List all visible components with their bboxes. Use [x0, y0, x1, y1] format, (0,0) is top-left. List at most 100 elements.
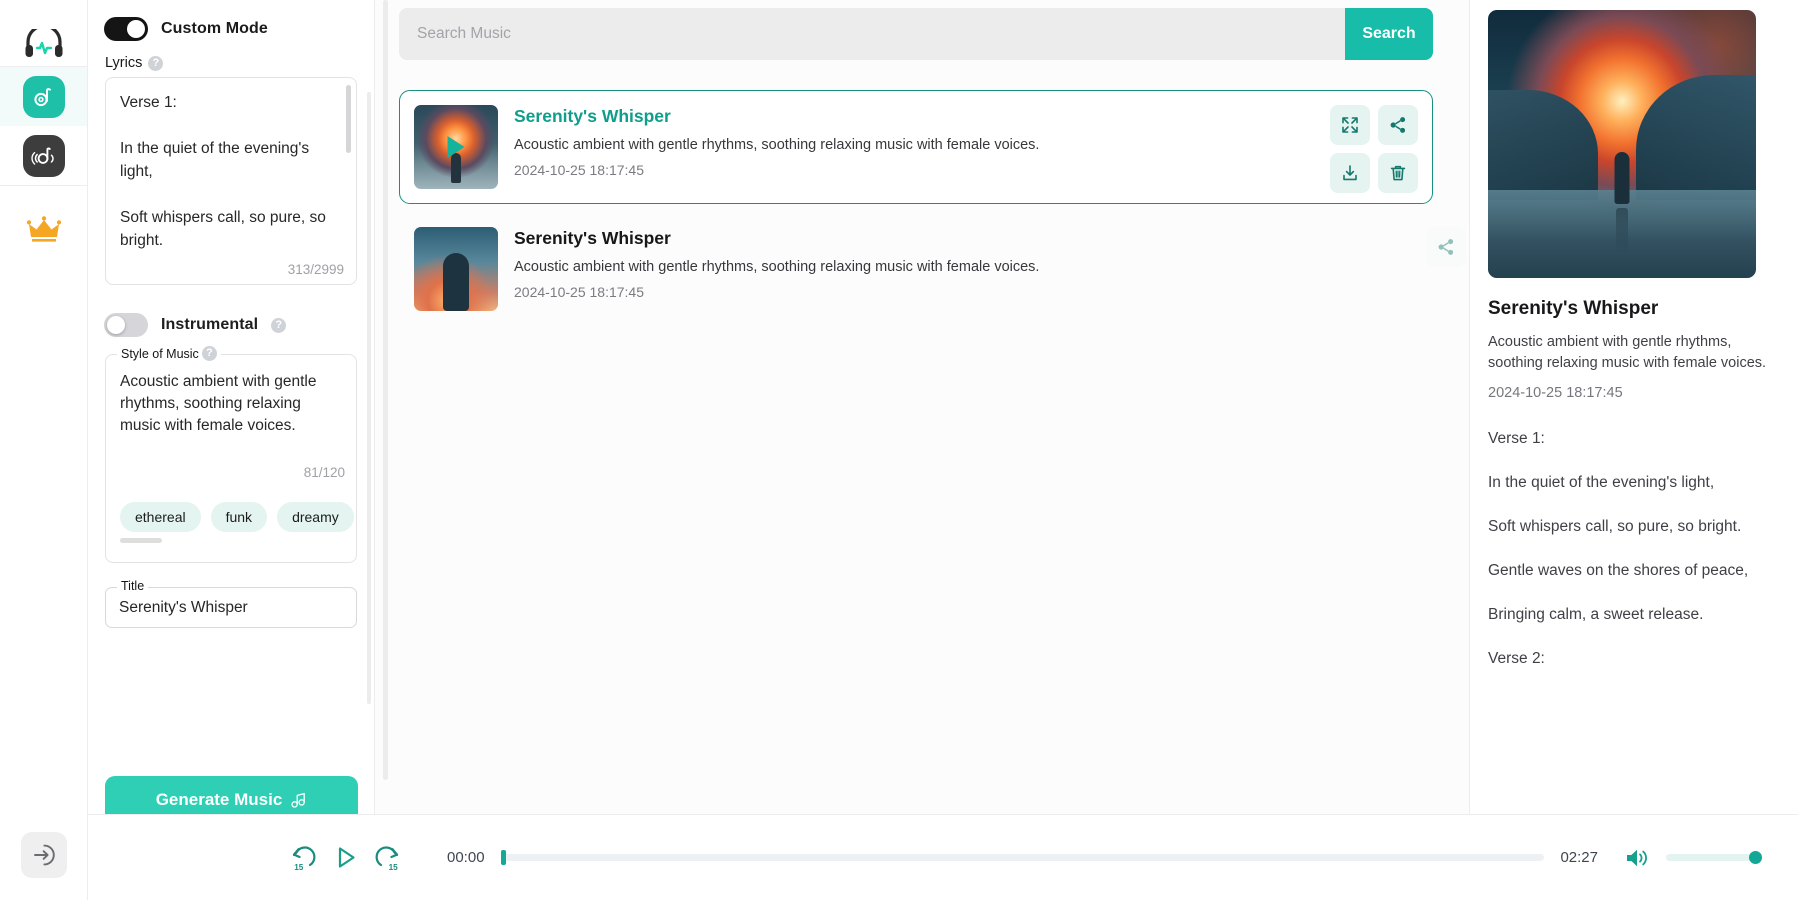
form-panel-scrollbar[interactable]: [367, 92, 371, 704]
result-actions: [1330, 105, 1418, 193]
download-button[interactable]: [1330, 153, 1370, 193]
instrumental-toggle[interactable]: [104, 313, 148, 337]
forward-15-icon: 15: [375, 845, 399, 872]
detail-description: Acoustic ambient with gentle rhythms, so…: [1488, 334, 1767, 371]
arrow-into-circle-icon: [33, 844, 55, 866]
rewind-15-label: 15: [294, 863, 304, 872]
result-actions: [1378, 227, 1466, 267]
music-generate-icon: [22, 75, 65, 118]
search-input[interactable]: [399, 8, 1345, 60]
style-tag[interactable]: dreamy: [277, 502, 354, 532]
custom-mode-row: Custom Mode: [88, 0, 374, 41]
volume-high-icon: [1627, 849, 1647, 866]
style-of-music-help-icon[interactable]: ?: [201, 346, 217, 361]
results-panel: Search Serenity's Whisper Acoustic ambie…: [375, 0, 1470, 900]
search-button[interactable]: Search: [1345, 8, 1433, 60]
forward-15-label: 15: [389, 863, 399, 872]
instrumental-row: Instrumental ?: [88, 285, 374, 337]
result-info: Serenity's Whisper Acoustic ambient with…: [514, 227, 1418, 311]
app-root: Custom Mode Lyrics ? Verse 1: In the qui…: [0, 0, 1798, 900]
lyrics-scrollbar[interactable]: [346, 85, 351, 153]
result-thumbnail[interactable]: [414, 227, 498, 311]
style-of-music-value: Acoustic ambient with gentle rhythms, so…: [120, 373, 317, 434]
play-icon: [338, 847, 355, 868]
style-of-music-legend-row: Style of Music ?: [117, 346, 221, 361]
result-thumbnail[interactable]: [414, 105, 498, 189]
expand-arrows-icon: [1342, 117, 1358, 133]
results-scrollbar[interactable]: [383, 0, 388, 780]
left-rail: [0, 0, 88, 900]
result-card[interactable]: Serenity's Whisper Acoustic ambient with…: [399, 90, 1433, 204]
lyrics-input[interactable]: Verse 1: In the quiet of the evening's l…: [105, 77, 357, 285]
sidebar-item-music-generate[interactable]: [0, 67, 87, 126]
share-button[interactable]: [1378, 105, 1418, 145]
detail-lyrics: Verse 1: In the quiet of the evening's l…: [1488, 430, 1749, 667]
share-button[interactable]: [1426, 227, 1466, 267]
detail-date: 2024-10-25 18:17:45: [1488, 385, 1623, 401]
sidebar-item-audio-tools[interactable]: [0, 126, 87, 185]
crown-icon: [26, 216, 61, 242]
volume-slider[interactable]: [1666, 851, 1762, 864]
app-logo: [0, 22, 87, 66]
rail-divider-2: [0, 185, 87, 186]
collapse-sidebar-button[interactable]: [20, 832, 67, 878]
lyrics-help-icon[interactable]: ?: [148, 55, 164, 71]
style-of-music-input[interactable]: Style of Music ? Acoustic ambient with g…: [105, 346, 357, 563]
result-info: Serenity's Whisper Acoustic ambient with…: [514, 105, 1418, 189]
play-icon[interactable]: [447, 136, 465, 158]
style-of-music-counter: 81/120: [303, 465, 345, 480]
music-note-icon: [291, 792, 306, 808]
result-description: Acoustic ambient with gentle rhythms, so…: [514, 259, 1040, 275]
result-card[interactable]: Serenity's Whisper Acoustic ambient with…: [399, 212, 1466, 326]
instrumental-label: Instrumental: [161, 316, 259, 333]
share-icon: [1390, 117, 1406, 133]
style-tag[interactable]: funk: [210, 502, 268, 532]
audio-wave-note-icon: [22, 134, 65, 177]
total-time: 02:27: [1560, 849, 1598, 866]
rewind-15-icon: 15: [292, 845, 316, 872]
lyrics-label: Lyrics: [105, 55, 143, 71]
play-button[interactable]: [332, 844, 359, 871]
player-bar: 15 15 00:00 02:27: [88, 814, 1798, 900]
search-bar: Search: [399, 8, 1433, 60]
lyrics-counter: 313/2999: [287, 262, 344, 277]
result-title: Serenity's Whisper: [514, 228, 671, 248]
volume-button[interactable]: [1624, 846, 1650, 870]
result-date: 2024-10-25 18:17:45: [514, 162, 644, 178]
download-icon: [1343, 165, 1357, 181]
instrumental-help-icon[interactable]: ?: [271, 317, 287, 333]
style-tag-list: ethereal funk dreamy: [120, 502, 354, 532]
style-of-music-legend: Style of Music: [121, 346, 199, 361]
trash-icon: [1390, 165, 1406, 181]
forward-15-button[interactable]: 15: [373, 843, 403, 873]
current-time: 00:00: [447, 849, 485, 866]
player-controls: 15 15: [288, 843, 403, 873]
result-list: Serenity's Whisper Acoustic ambient with…: [399, 90, 1466, 326]
custom-mode-label: Custom Mode: [161, 20, 268, 37]
result-date: 2024-10-25 18:17:45: [514, 284, 644, 300]
style-tags-scrollbar[interactable]: [120, 538, 162, 543]
rail-item-list: [0, 67, 87, 185]
lyrics-label-row: Lyrics ?: [88, 41, 374, 77]
lyrics-value: Verse 1: In the quiet of the evening's l…: [120, 94, 326, 249]
title-value: Serenity's Whisper: [119, 598, 248, 616]
detail-panel: Serenity's Whisper Acoustic ambient with…: [1470, 0, 1798, 900]
custom-mode-toggle[interactable]: [104, 17, 148, 41]
generation-form-panel: Custom Mode Lyrics ? Verse 1: In the qui…: [88, 0, 375, 900]
detail-title: Serenity's Whisper: [1488, 298, 1659, 319]
generate-music-label: Generate Music: [155, 790, 283, 809]
delete-button[interactable]: [1378, 153, 1418, 193]
result-title: Serenity's Whisper: [514, 106, 671, 126]
rewind-15-button[interactable]: 15: [288, 843, 318, 873]
title-legend: Title: [117, 579, 149, 593]
volume-area: [1624, 846, 1762, 870]
seek-slider[interactable]: [500, 850, 1545, 865]
expand-button[interactable]: [1330, 105, 1370, 145]
result-description: Acoustic ambient with gentle rhythms, so…: [514, 137, 1040, 153]
detail-artwork: [1488, 10, 1756, 278]
style-tag[interactable]: ethereal: [120, 502, 201, 532]
progress-area: 00:00 02:27: [447, 849, 1598, 866]
premium-crown-button[interactable]: [0, 208, 87, 252]
title-input[interactable]: Title Serenity's Whisper: [105, 579, 357, 628]
share-icon: [1438, 239, 1454, 255]
